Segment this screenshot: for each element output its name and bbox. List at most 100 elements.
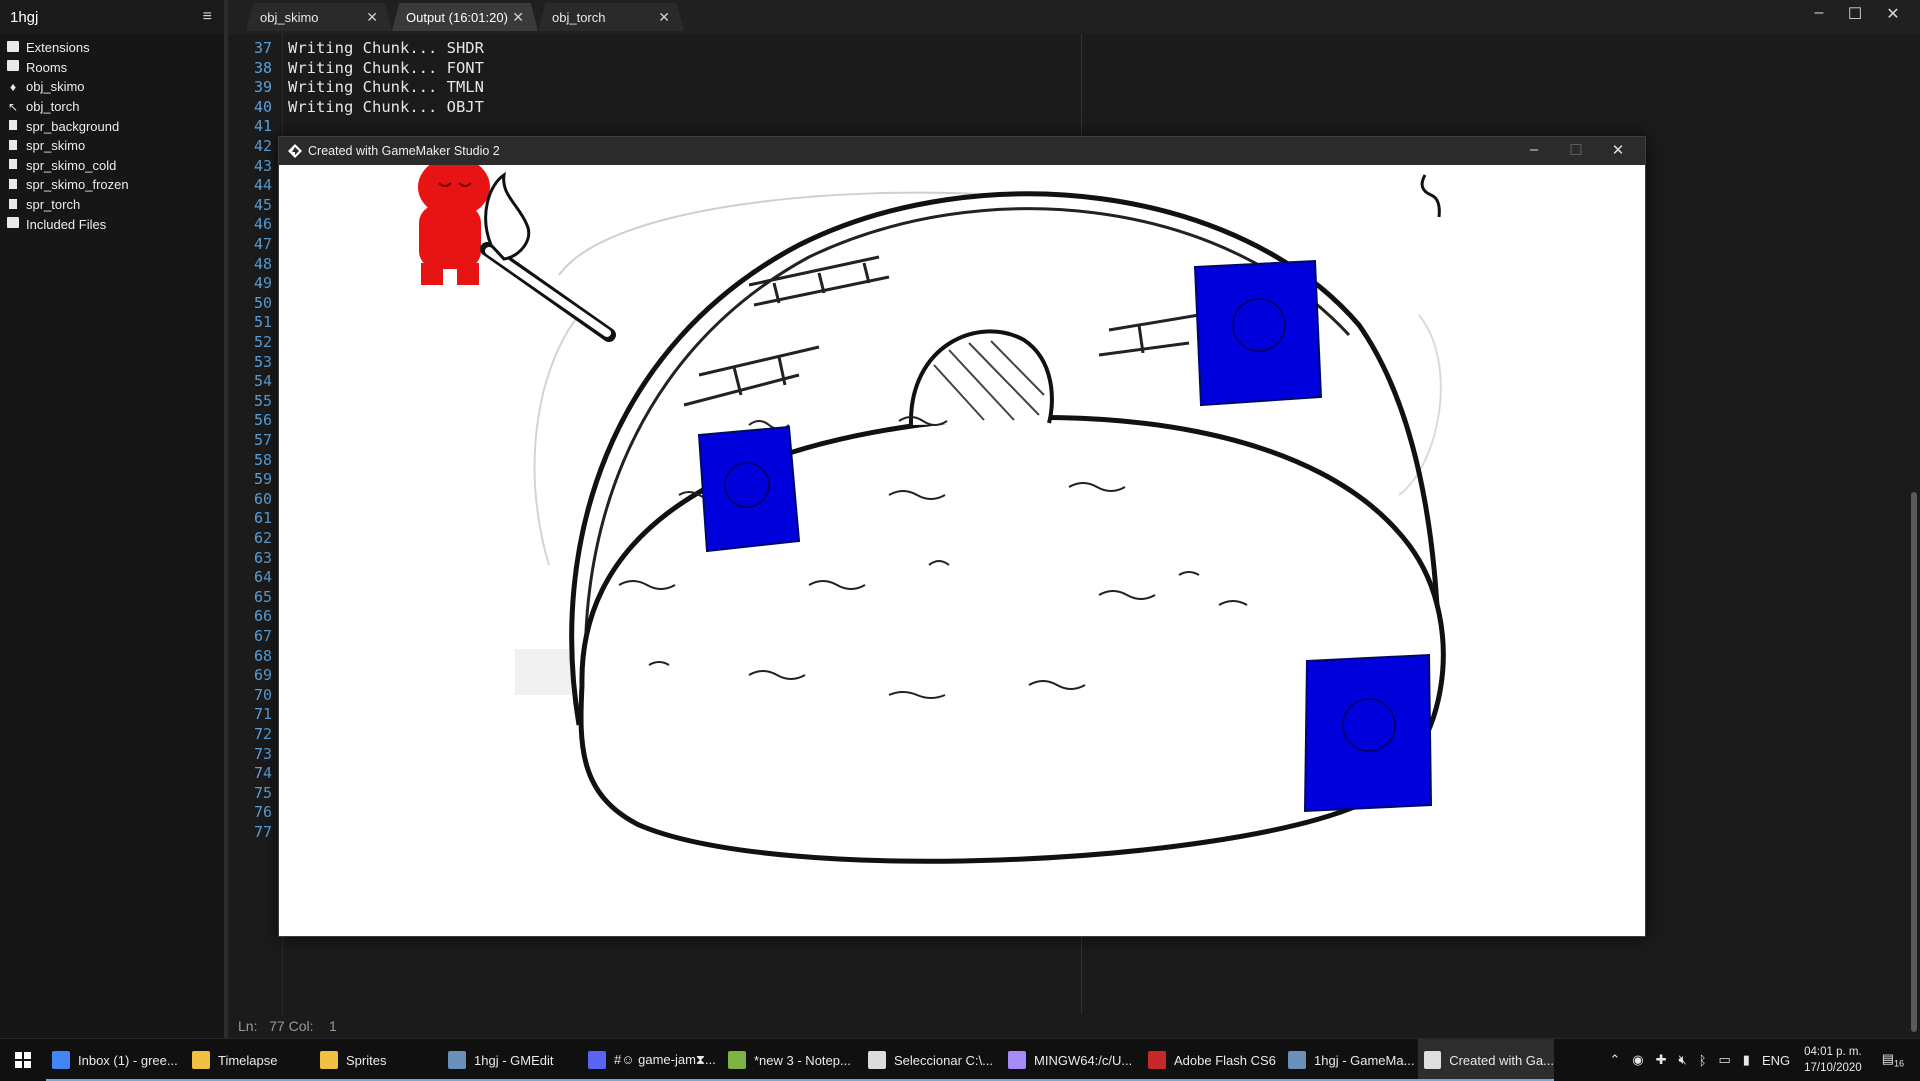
- tree-item-label: spr_skimo: [26, 138, 86, 154]
- line-number: 67: [253, 627, 272, 645]
- game-window-titlebar[interactable]: Created with GameMaker Studio 2 – ☐ ✕: [279, 137, 1645, 165]
- output-line: Writing Chunk... SHDR: [288, 39, 484, 57]
- app-icon: [1148, 1051, 1166, 1069]
- folder-icon: [6, 217, 20, 231]
- taskbar-item[interactable]: #☺ game-jam⧗...: [582, 1039, 722, 1081]
- line-number: 63: [253, 548, 272, 567]
- tab-close-icon[interactable]: ✕: [658, 9, 670, 26]
- volume-muted-icon[interactable]: 🔇︎: [1678, 1052, 1686, 1068]
- file-icon: [6, 119, 20, 133]
- tree-item-label: obj_skimo: [26, 79, 85, 95]
- game-minimize-button[interactable]: –: [1519, 141, 1549, 158]
- line-number: 46: [253, 215, 272, 234]
- app-icon: [192, 1051, 210, 1069]
- line-number: 73: [253, 744, 272, 763]
- tree-item-label: Extensions: [26, 40, 90, 56]
- tree-item-spr-background[interactable]: spr_background: [0, 116, 224, 136]
- notification-count: 16: [1893, 1058, 1904, 1069]
- line-number: 52: [253, 333, 272, 351]
- taskbar-item-label: 1hgj - GMEdit: [474, 1052, 554, 1068]
- frozen-skimo-block: [1303, 653, 1433, 813]
- game-canvas[interactable]: [279, 165, 1645, 936]
- close-button[interactable]: ✕: [1878, 4, 1908, 24]
- discord-tray-icon[interactable]: ◉: [1632, 1052, 1643, 1068]
- line-number: 72: [253, 725, 272, 743]
- app-icon: [728, 1051, 746, 1069]
- editor-scrollbar[interactable]: [1908, 34, 1920, 1032]
- system-tray: ⌃ ◉ ✚ 🔇︎ ᛒ ▭ ▮ ENG 04:01 p. m. 17/10/202…: [1603, 1039, 1920, 1081]
- taskbar-item[interactable]: Adobe Flash CS6: [1142, 1039, 1282, 1081]
- battery-icon[interactable]: ▮: [1743, 1052, 1750, 1068]
- taskbar-item-label: Timelapse: [218, 1052, 278, 1068]
- tab-close-icon[interactable]: ✕: [366, 9, 378, 26]
- line-number: 40: [253, 97, 272, 116]
- hamburger-menu-icon[interactable]: ≡: [203, 8, 212, 26]
- tab-output[interactable]: Output (16:01:20) ✕: [392, 3, 538, 31]
- taskbar-item[interactable]: Timelapse: [186, 1039, 314, 1081]
- language-indicator[interactable]: ENG: [1762, 1053, 1790, 1068]
- chevron-up-icon[interactable]: ⌃: [1609, 1052, 1620, 1068]
- taskbar-item-label: MINGW64:/c/U...: [1034, 1052, 1133, 1068]
- output-line: Writing Chunk... OBJT: [288, 97, 484, 116]
- tab-close-icon[interactable]: ✕: [512, 9, 524, 26]
- tree-item-label: spr_torch: [26, 197, 81, 213]
- game-close-button[interactable]: ✕: [1603, 141, 1633, 159]
- taskbar-item[interactable]: Created with Ga...: [1418, 1039, 1554, 1081]
- taskbar-item[interactable]: *new 3 - Notep...: [722, 1039, 862, 1081]
- start-button[interactable]: [0, 1039, 46, 1081]
- tree-item-rooms[interactable]: Rooms: [0, 58, 224, 78]
- project-name: 1hgj: [10, 8, 39, 26]
- taskbar-item[interactable]: 1hgj - GMEdit: [442, 1039, 582, 1081]
- taskbar-item-label: Inbox (1) - gree...: [78, 1052, 178, 1068]
- tree-item-label: spr_skimo_frozen: [26, 177, 129, 193]
- tab-obj-torch[interactable]: obj_torch ✕: [538, 3, 684, 31]
- resource-tree: Extensions Rooms ♦ obj_skimo ↖ obj_torch s…: [0, 34, 224, 234]
- frozen-skimo-block: [697, 425, 801, 553]
- scrollbar-thumb[interactable]: [1911, 492, 1917, 1032]
- app-icon: [52, 1051, 70, 1069]
- line-number: 51: [253, 313, 272, 332]
- maximize-button[interactable]: ☐: [1840, 4, 1870, 24]
- app-icon: [1424, 1051, 1442, 1069]
- tab-label: obj_skimo: [260, 9, 319, 25]
- tree-item-spr-torch[interactable]: spr_torch: [0, 195, 224, 215]
- line-number: 76: [253, 803, 272, 822]
- output-line: Writing Chunk... TMLN: [288, 78, 484, 97]
- skimo-player-sprite: [418, 165, 490, 285]
- tree-item-label: obj_torch: [26, 99, 80, 115]
- tab-obj-skimo[interactable]: obj_skimo ✕: [246, 3, 392, 31]
- clock[interactable]: 04:01 p. m. 17/10/2020: [1804, 1044, 1862, 1076]
- clock-time: 04:01 p. m.: [1804, 1046, 1862, 1058]
- tree-item-extensions[interactable]: Extensions: [0, 38, 224, 58]
- taskbar-item[interactable]: 1hgj - GameMa...: [1282, 1039, 1418, 1081]
- line-number: 38: [253, 58, 272, 77]
- network-icon[interactable]: ▭: [1719, 1052, 1731, 1068]
- tree-item-spr-skimo-cold[interactable]: spr_skimo_cold: [0, 156, 224, 176]
- line-number: 45: [253, 195, 272, 214]
- tree-item-label: Included Files: [26, 216, 107, 232]
- frozen-skimo-block: [1193, 259, 1323, 407]
- file-icon: [6, 198, 20, 212]
- line-number: 74: [253, 764, 272, 783]
- taskbar-item[interactable]: Sprites: [314, 1039, 442, 1081]
- taskbar-item-label: Created with Ga...: [1449, 1052, 1554, 1068]
- tree-item-obj-torch[interactable]: ↖ obj_torch: [0, 97, 224, 117]
- minimize-button[interactable]: –: [1804, 4, 1834, 22]
- taskbar-item-label: Seleccionar C:\...: [894, 1052, 993, 1068]
- tree-item-obj-skimo[interactable]: ♦ obj_skimo: [0, 77, 224, 97]
- line-number: 49: [253, 274, 272, 293]
- tree-item-included-files[interactable]: Included Files: [0, 214, 224, 234]
- game-window-title: Created with GameMaker Studio 2: [308, 144, 500, 158]
- game-window[interactable]: Created with GameMaker Studio 2 – ☐ ✕: [278, 136, 1646, 937]
- game-maximize-button[interactable]: ☐: [1561, 141, 1591, 159]
- tree-item-spr-skimo-frozen[interactable]: spr_skimo_frozen: [0, 175, 224, 195]
- object-icon: ♦: [9, 79, 17, 94]
- taskbar-item[interactable]: Inbox (1) - gree...: [46, 1039, 186, 1081]
- tree-item-spr-skimo[interactable]: spr_skimo: [0, 136, 224, 156]
- gamepad-icon[interactable]: ✚: [1656, 1052, 1667, 1068]
- taskbar-item[interactable]: Seleccionar C:\...: [862, 1039, 1002, 1081]
- notification-icon[interactable]: ▤16: [1882, 1051, 1904, 1069]
- taskbar-item[interactable]: MINGW64:/c/U...: [1002, 1039, 1142, 1081]
- bluetooth-icon[interactable]: ᛒ: [1699, 1053, 1707, 1068]
- clock-date: 17/10/2020: [1804, 1062, 1862, 1074]
